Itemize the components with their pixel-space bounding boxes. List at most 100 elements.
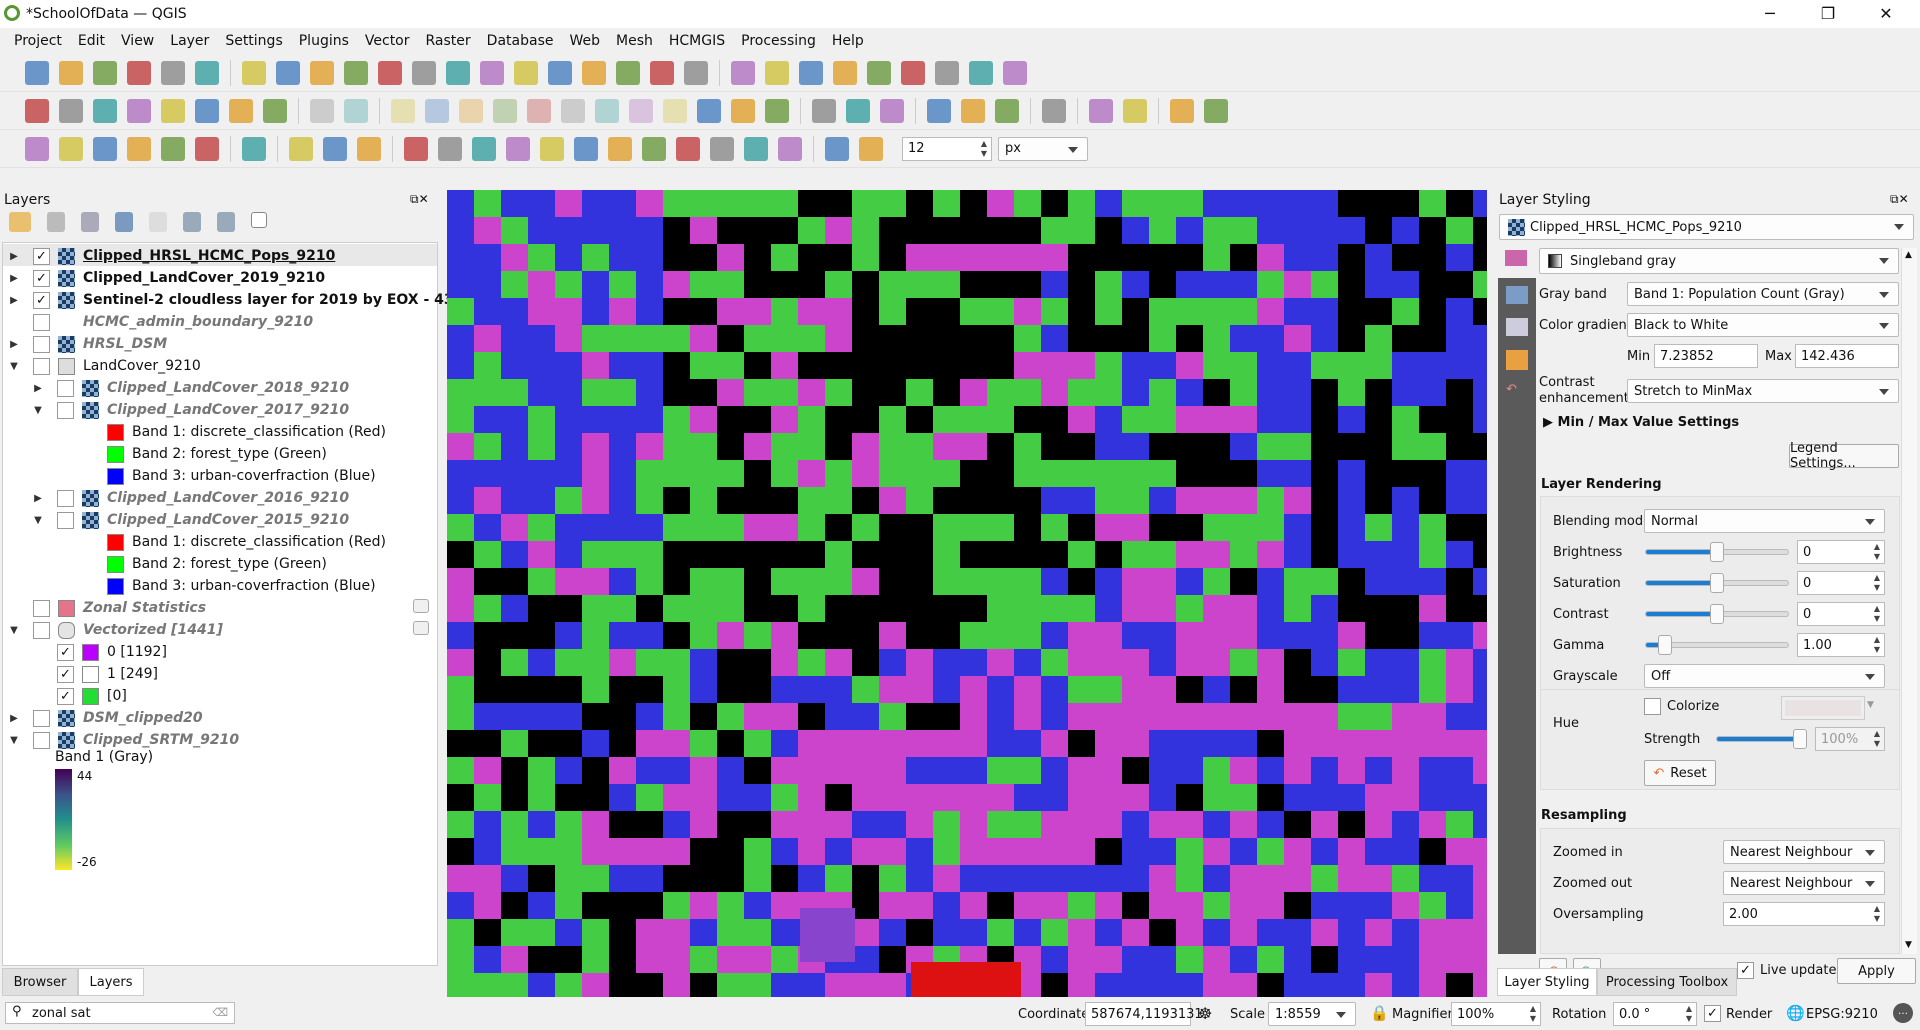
layer-tree-item[interactable]: Band 3: urban-coverfraction (Blue) <box>57 575 376 597</box>
info-icon[interactable] <box>961 98 985 123</box>
layer-tree-item[interactable]: ▶ HRSL_DSM <box>9 333 167 355</box>
float-close-icons[interactable]: ⧉✕ <box>410 192 429 207</box>
expand-arrow-icon[interactable]: ▶ <box>9 295 19 306</box>
visibility-eye-icon[interactable] <box>81 212 99 232</box>
remove-layer-icon[interactable] <box>251 212 267 228</box>
menu-raster[interactable]: Raster <box>426 33 471 49</box>
layer-visibility-checkbox[interactable]: ✓ <box>57 687 74 705</box>
style-manager-icon[interactable] <box>195 60 219 85</box>
layer-visibility-checkbox[interactable] <box>33 335 50 353</box>
label-move-icon[interactable] <box>195 98 219 123</box>
more-icon[interactable] <box>765 98 789 123</box>
new-bookmark-icon[interactable] <box>582 60 606 85</box>
layer-tree-item[interactable]: ✓ [0] <box>33 685 127 707</box>
menu-processing[interactable]: Processing <box>741 33 816 49</box>
python-icon[interactable] <box>812 98 836 123</box>
histogram-icon[interactable] <box>1506 318 1528 336</box>
contrast-input[interactable]: 0 <box>1797 602 1885 626</box>
add-mesh-icon[interactable] <box>195 136 219 161</box>
memory-layer-indicator-icon[interactable] <box>413 599 429 613</box>
statistics-icon[interactable] <box>867 60 891 85</box>
layer-tree-item[interactable]: ✓ 1 [249] <box>33 663 158 685</box>
renderer-select[interactable]: Singleband gray <box>1539 248 1899 274</box>
move-feature-icon[interactable] <box>540 136 564 161</box>
temporal-icon[interactable] <box>650 60 674 85</box>
symbology-icon[interactable] <box>1505 250 1527 266</box>
maximize-button[interactable]: ❐ <box>1808 4 1848 23</box>
digitize-6-icon[interactable] <box>561 98 585 123</box>
layer-tree-item[interactable]: Zonal Statistics <box>9 597 206 619</box>
collapse-arrow-icon[interactable]: ▼ <box>9 735 19 746</box>
select-icon[interactable] <box>289 136 313 161</box>
digitize-2-icon[interactable] <box>425 98 449 123</box>
tab-layers[interactable]: Layers <box>78 968 144 996</box>
menu-project[interactable]: Project <box>14 33 62 49</box>
tab-processing-toolbox[interactable]: Processing Toolbox <box>1597 968 1737 996</box>
layer-visibility-checkbox[interactable] <box>33 731 50 749</box>
zoom-to-layer-icon[interactable] <box>446 60 470 85</box>
chevron-down-icon[interactable]: ▼ <box>1867 700 1874 710</box>
style-manager-icon[interactable] <box>9 212 31 232</box>
layer-visibility-checkbox[interactable]: ✓ <box>33 247 50 265</box>
close-button[interactable]: ✕ <box>1866 4 1906 23</box>
layer-select[interactable]: Clipped_HRSL_HCMC_Pops_9210 <box>1499 214 1914 240</box>
menu-mesh[interactable]: Mesh <box>616 33 653 49</box>
max-input[interactable]: 142.436 <box>1795 344 1899 368</box>
render-checkbox[interactable]: ✓ <box>1704 1005 1721 1022</box>
layer-tree-item[interactable]: ▶ ✓ Clipped_HRSL_HCMC_Pops_9210 <box>9 245 335 267</box>
styling-scrollbar[interactable]: ▲ ▼ <box>1901 248 1917 954</box>
brightness-slider[interactable] <box>1645 542 1789 562</box>
digitize-7-icon[interactable] <box>595 98 619 123</box>
menu-help[interactable]: Help <box>832 33 864 49</box>
expand-arrow-icon[interactable]: ▶ <box>33 493 43 504</box>
label-toolbar-1-icon[interactable] <box>25 98 49 123</box>
layer-visibility-checkbox[interactable] <box>33 313 50 331</box>
coordinate-input[interactable]: 587674,1193131 <box>1085 1002 1203 1026</box>
float-close-icons[interactable]: ⧉✕ <box>1890 192 1909 207</box>
layer-visibility-checkbox[interactable]: ✓ <box>57 643 74 661</box>
layer-tree-item[interactable]: ▼ Clipped_LandCover_2015_9210 <box>33 509 349 531</box>
blending-mode-select[interactable]: Normal <box>1644 509 1885 533</box>
attribute-table-icon[interactable] <box>765 60 789 85</box>
zoomed-out-select[interactable]: Nearest Neighbour <box>1723 871 1885 895</box>
layer-add-icon[interactable] <box>995 98 1019 123</box>
layer-visibility-checkbox[interactable] <box>57 379 74 397</box>
transparency-icon[interactable] <box>1506 286 1528 304</box>
minimize-button[interactable]: ─ <box>1750 4 1790 23</box>
gray-band-select[interactable]: Band 1: Population Count (Gray) <box>1627 282 1899 306</box>
layer-visibility-checkbox[interactable] <box>57 511 74 529</box>
menu-vector[interactable]: Vector <box>365 33 410 49</box>
label-abc-icon[interactable] <box>93 98 117 123</box>
lock-icon[interactable]: 🔒 <box>1370 1004 1389 1022</box>
apply-button[interactable]: Apply <box>1837 958 1916 984</box>
processing-toolbox-icon[interactable] <box>833 60 857 85</box>
strength-slider[interactable] <box>1716 729 1807 749</box>
toggle-editing-icon[interactable] <box>438 136 462 161</box>
layer-visibility-checkbox[interactable] <box>33 709 50 727</box>
globe-icon[interactable]: 🌐 <box>1786 1004 1805 1022</box>
layer-tree-item[interactable]: Band 1: discrete_classification (Red) <box>57 421 386 443</box>
add-csv-icon[interactable] <box>93 136 117 161</box>
oversampling-input[interactable]: 2.00 <box>1723 902 1885 926</box>
layer-visibility-checkbox[interactable] <box>57 401 74 419</box>
save-edits-icon[interactable] <box>472 136 496 161</box>
history-icon[interactable]: ↶ <box>1506 382 1528 400</box>
field-calculator-icon[interactable] <box>799 60 823 85</box>
layer-tree-item[interactable]: ▶ DSM_clipped20 <box>9 707 203 729</box>
layer-tree-item[interactable]: ▶ Clipped_LandCover_2018_9210 <box>33 377 349 399</box>
help-icon[interactable] <box>242 136 266 161</box>
add-vector-icon[interactable] <box>59 136 83 161</box>
add-group-icon[interactable] <box>47 212 65 232</box>
crs-plugin-icon[interactable] <box>1204 98 1228 123</box>
globe-icon[interactable] <box>927 98 951 123</box>
color-gradient-select[interactable]: Black to White <box>1627 313 1899 337</box>
layer-tree-item[interactable]: ✓ 0 [1192] <box>33 641 167 663</box>
expand-arrow-icon[interactable]: ▶ <box>9 251 19 262</box>
label-change-icon[interactable] <box>263 98 287 123</box>
layer-tree-item[interactable]: ▶ ✓ Clipped_LandCover_2019_9210 <box>9 267 325 289</box>
triangle-icon[interactable] <box>344 98 368 123</box>
layer-tree-item[interactable]: ▼ Clipped_SRTM_9210 <box>9 729 239 751</box>
zoom-native-icon[interactable] <box>480 60 504 85</box>
menu-settings[interactable]: Settings <box>225 33 282 49</box>
add-wms-icon[interactable] <box>127 136 151 161</box>
